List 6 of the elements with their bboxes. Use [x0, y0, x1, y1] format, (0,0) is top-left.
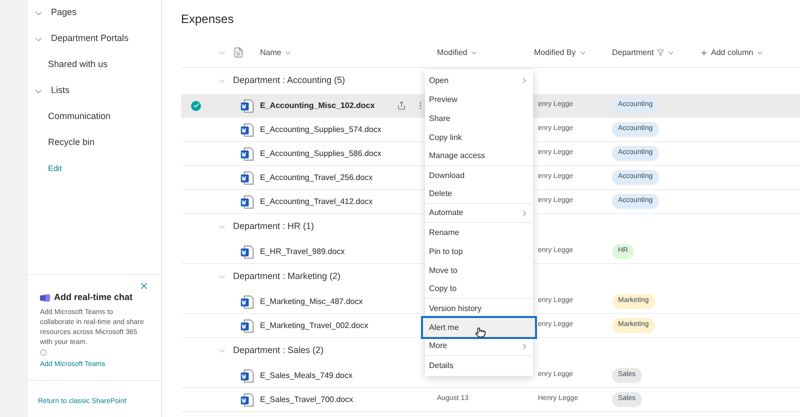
group-header: Department : Accounting (5) — [233, 74, 346, 88]
group-header: Department : Sales (2) — [233, 344, 324, 358]
page-title: Expenses — [181, 11, 234, 28]
group-header: Department : Marketing (2) — [233, 270, 341, 284]
card-title: Add real-time chat — [54, 291, 133, 304]
group-header: Department : HR (1) — [233, 220, 314, 234]
